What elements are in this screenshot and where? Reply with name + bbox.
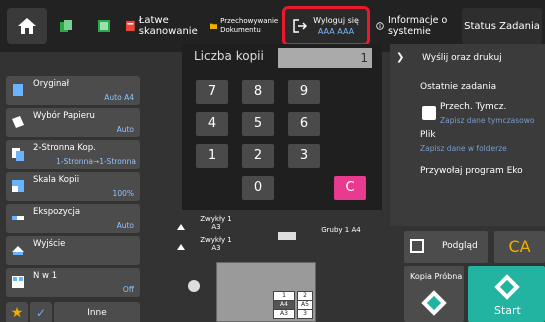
proof-copy-label: Kopia Próbna xyxy=(410,272,463,281)
home-button[interactable] xyxy=(7,8,47,44)
scan-mode-button[interactable] xyxy=(88,8,120,44)
clear-all-button[interactable]: CA xyxy=(494,231,545,263)
exposure-button[interactable]: Ekspozycja Auto xyxy=(6,204,140,233)
exposure-icon xyxy=(12,216,24,220)
right-action-panel: ❯ Wyślij oraz drukuj Ostatnie zadania Pr… xyxy=(390,44,545,226)
key-9[interactable]: 9 xyxy=(288,80,320,104)
copy-count-field[interactable]: 1 xyxy=(278,48,372,68)
easy-scan-button[interactable]: Łatwe skanowanie xyxy=(126,8,206,44)
original-icon xyxy=(13,84,23,96)
logout-text: Wyloguj się xyxy=(313,16,359,25)
key-2[interactable]: 2 xyxy=(242,144,274,168)
paper-select-value: Auto xyxy=(116,125,134,134)
temp-save-label[interactable]: Przech. Tymcz. xyxy=(440,102,506,112)
copy-mode-button[interactable] xyxy=(50,8,82,44)
proof-start-icon xyxy=(421,290,447,316)
folder-icon xyxy=(210,23,218,29)
send-and-print-item[interactable]: ❯ Wyślij oraz drukuj xyxy=(390,46,545,72)
eco-program-item[interactable]: Przywołaj program Eko xyxy=(420,166,523,176)
more-options-button[interactable]: Inne xyxy=(54,302,140,322)
copy-count-label: Liczba kopii xyxy=(194,49,264,63)
copy-icon xyxy=(60,20,72,32)
logout-button[interactable]: Wyloguj się AAA AAA xyxy=(282,6,370,46)
logout-label: Wyloguj się AAA AAA xyxy=(313,15,359,37)
duplex-value: 1-Stronna→1-Stronna xyxy=(56,157,136,166)
tray-a3-marker: A3 xyxy=(273,309,295,319)
original-label: Oryginał xyxy=(33,79,69,89)
easy-scan-icon xyxy=(126,20,135,32)
n-up-value: Off xyxy=(122,285,134,294)
tray-3-marker: 3 xyxy=(297,309,313,319)
preview-label: Podgląd xyxy=(442,241,478,251)
n-up-icon xyxy=(12,276,24,288)
scan-icon xyxy=(98,20,110,32)
bottom-left-row: ★ ✓ Inne xyxy=(6,302,140,322)
job-status-button[interactable]: Status Zadania xyxy=(462,8,542,44)
n-up-button[interactable]: N w 1 Off xyxy=(6,268,140,297)
original-value: Auto A4 xyxy=(104,93,134,102)
key-5[interactable]: 5 xyxy=(242,112,274,136)
send-and-print-label: Wyślij oraz drukuj xyxy=(422,53,502,63)
key-7[interactable]: 7 xyxy=(196,80,228,104)
key-6[interactable]: 6 xyxy=(288,112,320,136)
copy-ratio-value: 100% xyxy=(112,189,134,198)
machine-preview: Zwykły 1 A3 Zwykły 1 A3 Gruby 1 A4 1 A4 … xyxy=(166,212,382,322)
duplex-icon xyxy=(12,148,24,161)
start-icon xyxy=(494,274,520,300)
tray-icon xyxy=(177,224,185,230)
duplex-button[interactable]: 2-Stronna Kop. 1-Stronna→1-Stronna xyxy=(6,140,140,169)
system-info-button[interactable]: Informacje o systemie xyxy=(376,8,458,44)
temp-save-description: Zapisz dane tymczasowo xyxy=(440,116,535,125)
favorite-star-icon[interactable]: ★ xyxy=(6,302,28,322)
checkmark-icon[interactable]: ✓ xyxy=(30,302,52,322)
file-description: Zapisz dane w folderze xyxy=(420,144,507,153)
proof-copy-button[interactable]: Kopia Próbna xyxy=(404,266,464,322)
key-1[interactable]: 1 xyxy=(196,144,228,168)
system-info-label: Informacje o systemie xyxy=(387,15,448,37)
document-storage-button[interactable]: Przechowywanie Dokumentu xyxy=(210,8,280,44)
tray-3-label: Gruby 1 A4 xyxy=(321,226,361,234)
chevron-right-icon: ❯ xyxy=(396,52,405,63)
printer-diagram: 1 A4 2 A5 A3 3 xyxy=(216,262,316,322)
hand-icon xyxy=(188,280,200,292)
exposure-value: Auto xyxy=(116,221,134,230)
preview-icon xyxy=(410,239,424,253)
output-icon xyxy=(12,246,24,255)
logout-icon xyxy=(293,19,308,33)
copy-ratio-label: Skala Kopii xyxy=(33,175,80,185)
temp-save-checkbox[interactable] xyxy=(422,106,436,120)
output-button[interactable]: Wyjście xyxy=(6,236,140,265)
clear-key[interactable]: C xyxy=(334,176,366,200)
paper-select-button[interactable]: Wybór Papieru Auto xyxy=(6,108,140,137)
user-name: AAA AAA xyxy=(317,27,355,36)
key-4[interactable]: 4 xyxy=(196,112,228,136)
n-up-label: N w 1 xyxy=(33,271,58,281)
key-8[interactable]: 8 xyxy=(242,80,274,104)
easy-scan-label: Łatwe skanowanie xyxy=(138,15,198,37)
bypass-tray-icon xyxy=(278,232,296,240)
start-button[interactable]: Start xyxy=(468,266,545,322)
copy-screen: Łatwe skanowanie Przechowywanie Dokument… xyxy=(0,0,545,322)
start-label: Start xyxy=(494,304,521,317)
ratio-icon xyxy=(12,180,24,192)
duplex-label: 2-Stronna Kop. xyxy=(33,143,96,153)
tray-1-label: Zwykły 1 A3 xyxy=(200,215,232,231)
original-button[interactable]: Oryginał Auto A4 xyxy=(6,76,140,105)
output-label: Wyjście xyxy=(33,239,66,249)
copy-ratio-button[interactable]: Skala Kopii 100% xyxy=(6,172,140,201)
info-icon xyxy=(376,22,384,30)
key-0[interactable]: 0 xyxy=(242,176,274,200)
paper-select-label: Wybór Papieru xyxy=(33,111,95,121)
recent-jobs-item[interactable]: Ostatnie zadania xyxy=(420,82,496,92)
home-icon xyxy=(18,18,36,34)
copy-count-keypad: Liczba kopii 1 7 8 9 4 5 6 1 2 3 0 C xyxy=(182,44,382,210)
tray-icon xyxy=(177,244,185,250)
paper-icon xyxy=(12,116,24,128)
file-item[interactable]: Plik xyxy=(420,130,436,140)
exposure-label: Ekspozycja xyxy=(33,207,81,217)
key-3[interactable]: 3 xyxy=(288,144,320,168)
preview-button[interactable]: Podgląd xyxy=(404,231,488,263)
document-storage-label: Przechowywanie Dokumentu xyxy=(220,17,279,34)
tray-2-label: Zwykły 1 A3 xyxy=(200,236,232,252)
